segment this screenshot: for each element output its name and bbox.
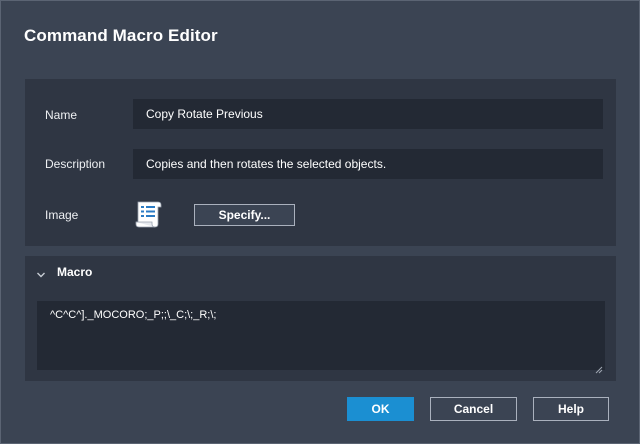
name-field[interactable]: Copy Rotate Previous <box>133 99 603 129</box>
macro-section-label[interactable]: Macro <box>57 265 92 279</box>
scroll-list-icon[interactable] <box>133 198 165 230</box>
macro-textarea[interactable]: ^C^C^]._MOCORO;_P;;\_C;\;_R;\; <box>37 301 605 370</box>
description-field[interactable]: Copies and then rotates the selected obj… <box>133 149 603 179</box>
command-macro-editor-dialog: Command Macro Editor Name Copy Rotate Pr… <box>0 0 640 444</box>
resize-grip-icon[interactable] <box>595 361 603 374</box>
image-label: Image <box>45 208 79 222</box>
ok-button[interactable]: OK <box>347 397 414 421</box>
dialog-title: Command Macro Editor <box>24 26 218 45</box>
name-label: Name <box>45 108 78 122</box>
specify-button[interactable]: Specify... <box>194 204 295 226</box>
properties-panel: Name Copy Rotate Previous Description Co… <box>25 79 616 246</box>
chevron-down-icon[interactable] <box>36 267 46 278</box>
macro-panel: Macro ^C^C^]._MOCORO;_P;;\_C;\;_R;\; <box>25 256 616 381</box>
help-button[interactable]: Help <box>533 397 609 421</box>
cancel-button[interactable]: Cancel <box>430 397 517 421</box>
description-label: Description <box>45 157 106 171</box>
